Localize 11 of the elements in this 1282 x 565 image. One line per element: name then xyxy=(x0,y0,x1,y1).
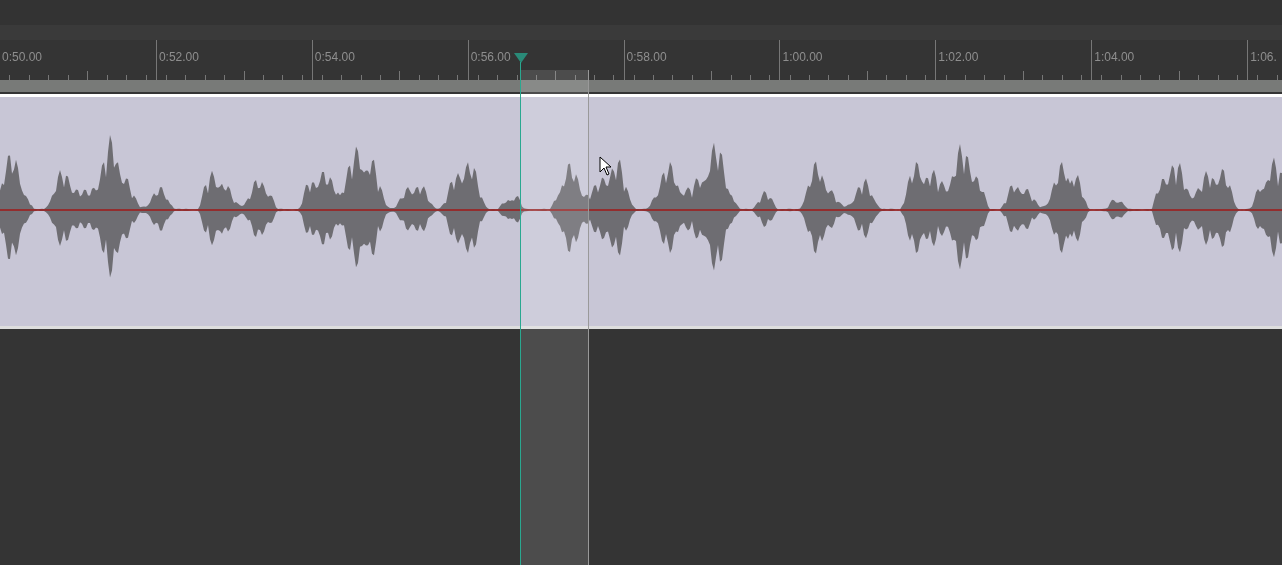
time-label: 1:00.00 xyxy=(781,49,823,64)
mouse-pointer-icon xyxy=(599,156,613,176)
time-label: 0:58.00 xyxy=(625,49,667,64)
time-label: 1:06. xyxy=(1249,49,1277,64)
time-label: 1:04.00 xyxy=(1093,49,1135,64)
selection-region[interactable] xyxy=(520,70,589,565)
time-label: 0:52.00 xyxy=(157,49,199,64)
time-label: 0:50.00 xyxy=(1,49,43,64)
time-label: 0:56.00 xyxy=(469,49,511,64)
time-label: 0:54.00 xyxy=(313,49,355,64)
time-label: 1:02.00 xyxy=(937,49,979,64)
